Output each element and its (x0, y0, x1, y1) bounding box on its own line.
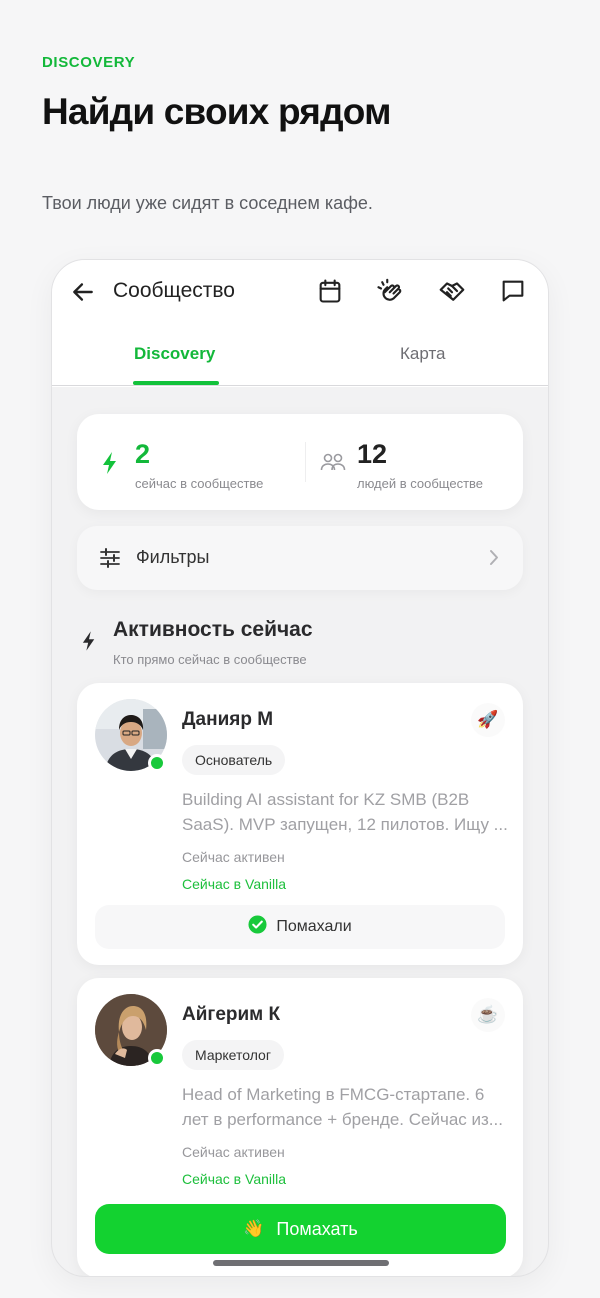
current-location: Сейчас в Vanilla (182, 876, 287, 892)
screen-title: Сообщество (113, 279, 235, 302)
community-stats-card: 2 сейчас в сообществе 12 людей в сообщес… (77, 414, 523, 510)
person-name: Айгерим К (182, 1004, 281, 1025)
wave-button[interactable]: 👋 Помахать (95, 1204, 506, 1254)
check-circle-icon (248, 915, 267, 939)
app-bar: Сообщество Discovery Карта (52, 260, 548, 387)
calendar-icon[interactable] (313, 274, 347, 308)
activity-status: Сейчас активен (182, 849, 285, 865)
person-bio: Building AI assistant for KZ SMB (B2B Sa… (182, 787, 512, 837)
bio-line: SaaS). MVP запущен, 12 пилотов. Ищу ... (182, 815, 508, 834)
online-count: 2 (135, 439, 151, 469)
bio-line: лет в performance + бренде. Сейчас из... (182, 1110, 503, 1129)
filters-label: Фильтры (136, 547, 210, 567)
members-label: людей в сообществе (357, 476, 484, 491)
person-bio: Head of Marketing в FMCG-стартапе. 6 лет… (182, 1082, 512, 1132)
waved-button[interactable]: Помахали (95, 905, 505, 949)
rocket-icon: 🚀 (471, 703, 505, 737)
person-card[interactable]: Данияр М Основатель 🚀 Building AI assist… (77, 683, 523, 965)
online-indicator (148, 1049, 166, 1067)
chat-icon[interactable] (496, 274, 530, 308)
chevron-right-icon (489, 549, 499, 571)
back-arrow-icon[interactable] (68, 277, 98, 307)
filters-button[interactable]: Фильтры (77, 526, 523, 590)
hero-eyebrow: DISCOVERY (42, 54, 136, 71)
clapping-hands-icon[interactable] (374, 274, 408, 308)
waving-hand-icon: 👋 (243, 1219, 265, 1238)
coffee-icon: ☕ (471, 998, 505, 1032)
activity-subtitle: Кто прямо сейчас в сообществе (113, 652, 307, 667)
tab-discovery[interactable]: Discovery (134, 344, 215, 364)
role-badge: Маркетолог (182, 1040, 284, 1070)
hero-subtitle: Твои люди уже сидят в соседнем кафе. (42, 193, 373, 213)
online-label: сейчас в сообществе (135, 476, 264, 491)
waved-label: Помахали (276, 918, 352, 935)
handshake-icon[interactable] (435, 274, 469, 308)
activity-title: Активность сейчас (113, 618, 313, 641)
people-icon (319, 450, 347, 474)
bio-line: Head of Marketing в FMCG-стартапе. 6 (182, 1085, 485, 1104)
person-name: Данияр М (182, 709, 274, 730)
online-indicator (148, 754, 166, 772)
activity-lightning-icon (82, 630, 96, 657)
home-indicator (213, 1260, 389, 1266)
tab-divider (52, 385, 548, 386)
sliders-icon (99, 548, 121, 573)
bio-line: Building AI assistant for KZ SMB (B2B (182, 790, 470, 809)
person-card[interactable]: Айгерим К Маркетолог ☕ Head of Marketing… (77, 978, 523, 1276)
stats-divider (305, 442, 306, 482)
current-location: Сейчас в Vanilla (182, 1171, 287, 1187)
lightning-icon (99, 451, 121, 475)
phone-frame: Сообщество Discovery Карта 2 сейчас в со… (51, 259, 549, 1277)
tab-map[interactable]: Карта (400, 344, 446, 364)
members-count: 12 (357, 439, 388, 469)
wave-label: Помахать (276, 1218, 358, 1239)
hero-headline: Найди своих рядом (42, 91, 391, 132)
activity-status: Сейчас активен (182, 1144, 285, 1160)
role-badge: Основатель (182, 745, 286, 775)
